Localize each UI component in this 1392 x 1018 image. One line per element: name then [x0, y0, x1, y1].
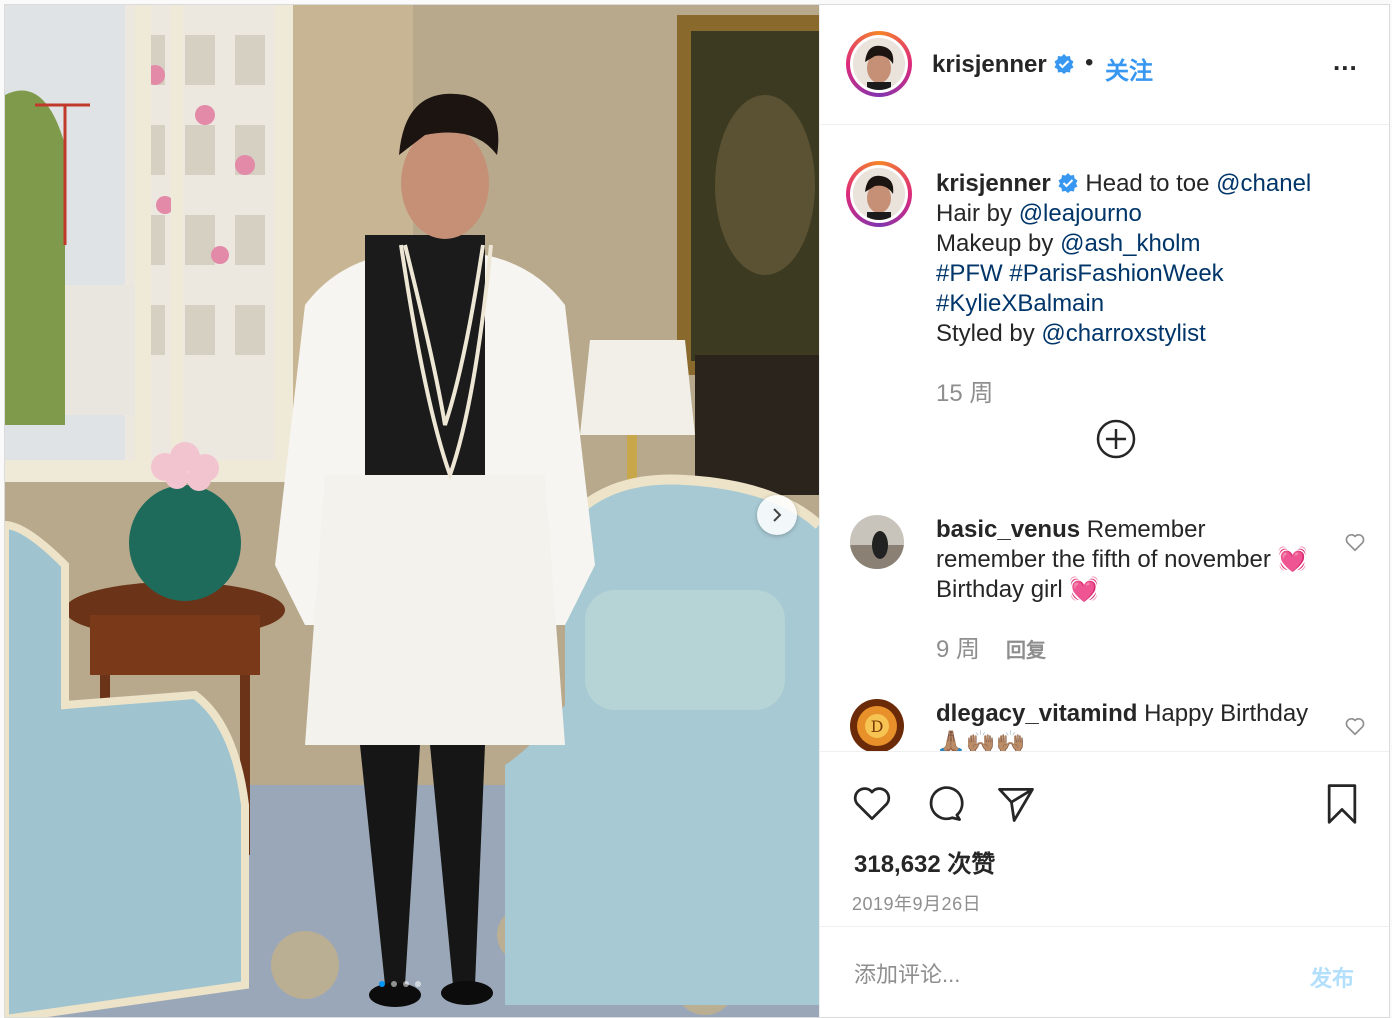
post-sidebar: krisjenner • 关注 ... krisjenner Head to t… — [819, 5, 1389, 1017]
comment-item: D dlegacy_vitamind Happy Birthday 🙏🏽🙌🏽🙌🏽 — [850, 699, 1370, 751]
header-separator: • — [1085, 49, 1094, 76]
caption-tag-link[interactable]: #KylieXBalmain — [936, 290, 1104, 317]
follow-button[interactable]: 关注 — [1105, 51, 1153, 86]
caption-avatar[interactable] — [846, 161, 912, 227]
reply-button[interactable]: 回复 — [1006, 640, 1046, 662]
post-actions: 318,632 次赞 2019年9月26日 — [820, 751, 1389, 928]
caption-text-segment: Makeup by — [936, 230, 1061, 257]
svg-text:D: D — [871, 717, 884, 736]
caption-text-segment: Hair by — [936, 200, 1019, 227]
carousel-dot[interactable] — [403, 981, 409, 987]
verified-badge-icon — [1054, 54, 1074, 74]
share-icon[interactable] — [994, 782, 1038, 826]
caption-time: 15 周 — [936, 380, 994, 407]
add-comment-input[interactable] — [852, 957, 1286, 993]
more-options-button[interactable]: ... — [1333, 48, 1358, 74]
comment-time: 9 周 — [936, 636, 981, 663]
carousel-dot[interactable] — [415, 981, 421, 987]
caption-tag-link[interactable]: @chanel — [1216, 170, 1311, 197]
like-comment-icon[interactable] — [1344, 531, 1366, 553]
chevron-right-icon — [773, 508, 782, 522]
instagram-post: krisjenner • 关注 ... krisjenner Head to t… — [4, 4, 1390, 1018]
caption-tag-link[interactable]: @leajourno — [1019, 200, 1142, 227]
heart-emoji: 💓 — [1069, 576, 1100, 603]
photo-illustration — [5, 5, 819, 1017]
comment-username[interactable]: dlegacy_vitamind — [936, 700, 1137, 727]
comment-username[interactable]: basic_venus — [936, 516, 1080, 543]
avatar-image — [853, 38, 905, 90]
post-comment-button[interactable]: 发布 — [1310, 961, 1354, 993]
comment-icon[interactable] — [922, 782, 966, 826]
caption-text: krisjenner Head to toe @chanel Hair by @l… — [936, 169, 1366, 349]
caption-tag-link[interactable]: @charroxstylist — [1041, 320, 1205, 347]
caption-tag-link[interactable]: #ParisFashionWeek — [1009, 260, 1223, 287]
avatar-image — [853, 168, 905, 220]
comments-panel[interactable]: krisjenner Head to toe @chanel Hair by @l… — [820, 125, 1389, 751]
comment-meta: 9 周 回复 — [936, 629, 1046, 664]
carousel-dot[interactable] — [379, 981, 385, 987]
like-count[interactable]: 318,632 次赞 — [854, 844, 995, 879]
comment-text: dlegacy_vitamind Happy Birthday 🙏🏽🙌🏽🙌🏽 — [936, 699, 1310, 751]
header-username[interactable]: krisjenner — [932, 51, 1075, 79]
post-header: krisjenner • 关注 ... — [820, 5, 1389, 125]
caption-username[interactable]: krisjenner — [936, 170, 1051, 197]
post-date[interactable]: 2019年9月26日 — [852, 890, 981, 916]
load-more-comments-icon[interactable] — [1096, 419, 1136, 459]
heart-emoji: 💓 — [1277, 546, 1308, 573]
caption-tag-link[interactable]: #PFW — [936, 260, 1003, 287]
like-comment-icon[interactable] — [1344, 715, 1366, 737]
comment-avatar[interactable] — [850, 515, 904, 569]
like-icon[interactable] — [850, 782, 894, 826]
comment-item: basic_venus Remember remember the fifth … — [850, 515, 1370, 685]
comment-body-2: Birthday girl — [936, 576, 1070, 603]
comment-avatar[interactable]: D — [850, 699, 904, 751]
save-bookmark-icon[interactable] — [1322, 782, 1362, 826]
avatar[interactable] — [846, 31, 912, 97]
add-comment-bar: 发布 — [820, 926, 1389, 1017]
comment-body: Happy Birthday — [1137, 700, 1309, 727]
caption-tag-link[interactable]: @ash_kholm — [1060, 230, 1200, 257]
verified-badge-icon — [1058, 173, 1078, 193]
praying-hands-emoji: 🙏🏽🙌🏽🙌🏽 — [936, 730, 1026, 751]
carousel-dot[interactable] — [391, 981, 397, 987]
post-photo[interactable] — [5, 5, 819, 1017]
carousel-next-button[interactable] — [757, 495, 797, 535]
carousel-dots — [379, 981, 421, 987]
comment-text: basic_venus Remember remember the fifth … — [936, 515, 1310, 605]
caption-text-segment: Styled by — [936, 320, 1042, 347]
caption-text-segment: Head to toe — [1085, 170, 1217, 197]
